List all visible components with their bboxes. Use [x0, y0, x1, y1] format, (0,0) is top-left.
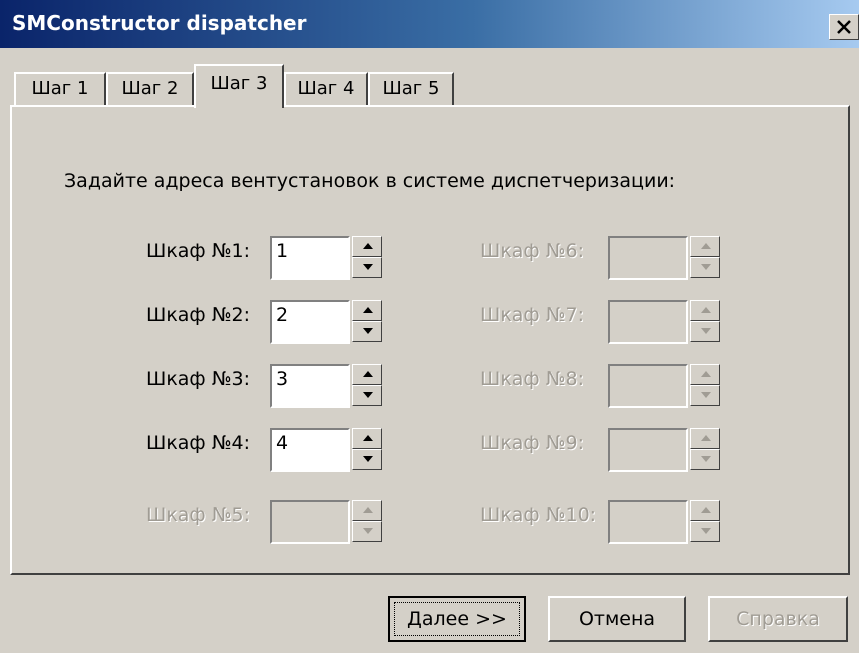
tab-label: Шаг 3	[210, 73, 268, 94]
cabinet-6-spin-up[interactable]	[690, 236, 720, 257]
arrow-up-icon	[701, 307, 711, 313]
cabinet-4-spin-down[interactable]	[352, 449, 382, 470]
cabinet-3-label: Шкаф №3:	[146, 368, 250, 390]
arrow-down-icon	[363, 456, 373, 462]
cabinet-1-spin-down[interactable]	[352, 257, 382, 278]
cabinet-2-spin-up[interactable]	[352, 300, 382, 321]
focus-rectangle	[394, 602, 520, 636]
arrow-up-icon	[363, 307, 373, 313]
cabinet-5-spin-up[interactable]	[352, 500, 382, 521]
cancel-button-label: Отмена	[578, 608, 656, 630]
cabinet-7-spin-down[interactable]	[690, 321, 720, 342]
cabinet-5-spin-down[interactable]	[352, 521, 382, 542]
arrow-down-icon	[363, 328, 373, 334]
next-button[interactable]: Далее >>	[388, 596, 526, 642]
cabinet-4-label: Шкаф №4:	[146, 432, 250, 454]
title-bar[interactable]: SMConstructor dispatcher	[0, 0, 859, 48]
cabinet-7-label: Шкаф №7:	[480, 304, 584, 326]
window-title: SMConstructor dispatcher	[12, 11, 307, 35]
arrow-down-icon	[701, 264, 711, 270]
help-button[interactable]: Справка	[708, 596, 848, 642]
cabinet-9-label: Шкаф №9:	[480, 432, 584, 454]
arrow-down-icon	[701, 456, 711, 462]
arrow-up-icon	[701, 507, 711, 513]
cabinet-2-input[interactable]: 2	[270, 300, 350, 344]
arrow-up-icon	[701, 371, 711, 377]
cabinet-4-input[interactable]: 4	[270, 428, 350, 472]
cabinet-3-input[interactable]: 3	[270, 364, 350, 408]
close-icon	[837, 20, 851, 34]
cabinet-8-input[interactable]	[608, 364, 688, 408]
cabinet-9-spin-down[interactable]	[690, 449, 720, 470]
tab-label: Шаг 2	[121, 78, 179, 99]
cabinet-3-spin-down[interactable]	[352, 385, 382, 406]
cabinet-1-label: Шкаф №1:	[146, 240, 250, 262]
cabinet-9-spin-up[interactable]	[690, 428, 720, 449]
arrow-up-icon	[363, 371, 373, 377]
help-button-label: Справка	[736, 608, 820, 630]
arrow-down-icon	[701, 328, 711, 334]
cabinet-1-spin-up[interactable]	[352, 236, 382, 257]
arrow-down-icon	[363, 264, 373, 270]
cabinet-10-input[interactable]	[608, 500, 688, 544]
arrow-up-icon	[701, 435, 711, 441]
tab-step-4[interactable]: Шаг 4	[284, 72, 368, 106]
cabinet-8-spin-down[interactable]	[690, 385, 720, 406]
arrow-down-icon	[363, 392, 373, 398]
arrow-up-icon	[363, 507, 373, 513]
close-button[interactable]	[829, 14, 859, 40]
tab-label: Шаг 1	[31, 78, 89, 99]
cabinet-7-input[interactable]	[608, 300, 688, 344]
cabinet-1-input[interactable]: 1	[270, 236, 350, 280]
cabinet-10-spin-down[interactable]	[690, 521, 720, 542]
cabinet-10-label: Шкаф №10:	[480, 504, 597, 526]
cabinet-2-spin-down[interactable]	[352, 321, 382, 342]
cabinet-6-input[interactable]	[608, 236, 688, 280]
cabinet-7-spin-up[interactable]	[690, 300, 720, 321]
arrow-down-icon	[363, 528, 373, 534]
tab-step-5[interactable]: Шаг 5	[368, 72, 454, 106]
cabinet-3-spin-up[interactable]	[352, 364, 382, 385]
tab-step-3[interactable]: Шаг 3	[194, 64, 284, 108]
instruction-text: Задайте адреса вентустановок в системе д…	[64, 170, 676, 192]
arrow-down-icon	[701, 528, 711, 534]
cabinet-8-spin-up[interactable]	[690, 364, 720, 385]
cabinet-9-input[interactable]	[608, 428, 688, 472]
cabinet-6-label: Шкаф №6:	[480, 240, 584, 262]
cabinet-10-spin-up[interactable]	[690, 500, 720, 521]
cabinet-2-label: Шкаф №2:	[146, 304, 250, 326]
cabinet-6-spin-down[interactable]	[690, 257, 720, 278]
arrow-up-icon	[363, 435, 373, 441]
arrow-up-icon	[363, 243, 373, 249]
arrow-down-icon	[701, 392, 711, 398]
cabinet-5-label: Шкаф №5:	[146, 504, 250, 526]
cabinet-5-input[interactable]	[270, 500, 350, 544]
tab-label: Шаг 5	[382, 78, 440, 99]
cancel-button[interactable]: Отмена	[548, 596, 686, 642]
cabinet-8-label: Шкаф №8:	[480, 368, 584, 390]
tab-label: Шаг 4	[297, 78, 355, 99]
tab-step-1[interactable]: Шаг 1	[14, 72, 106, 106]
arrow-up-icon	[701, 243, 711, 249]
cabinet-4-spin-up[interactable]	[352, 428, 382, 449]
tab-step-2[interactable]: Шаг 2	[106, 72, 194, 106]
